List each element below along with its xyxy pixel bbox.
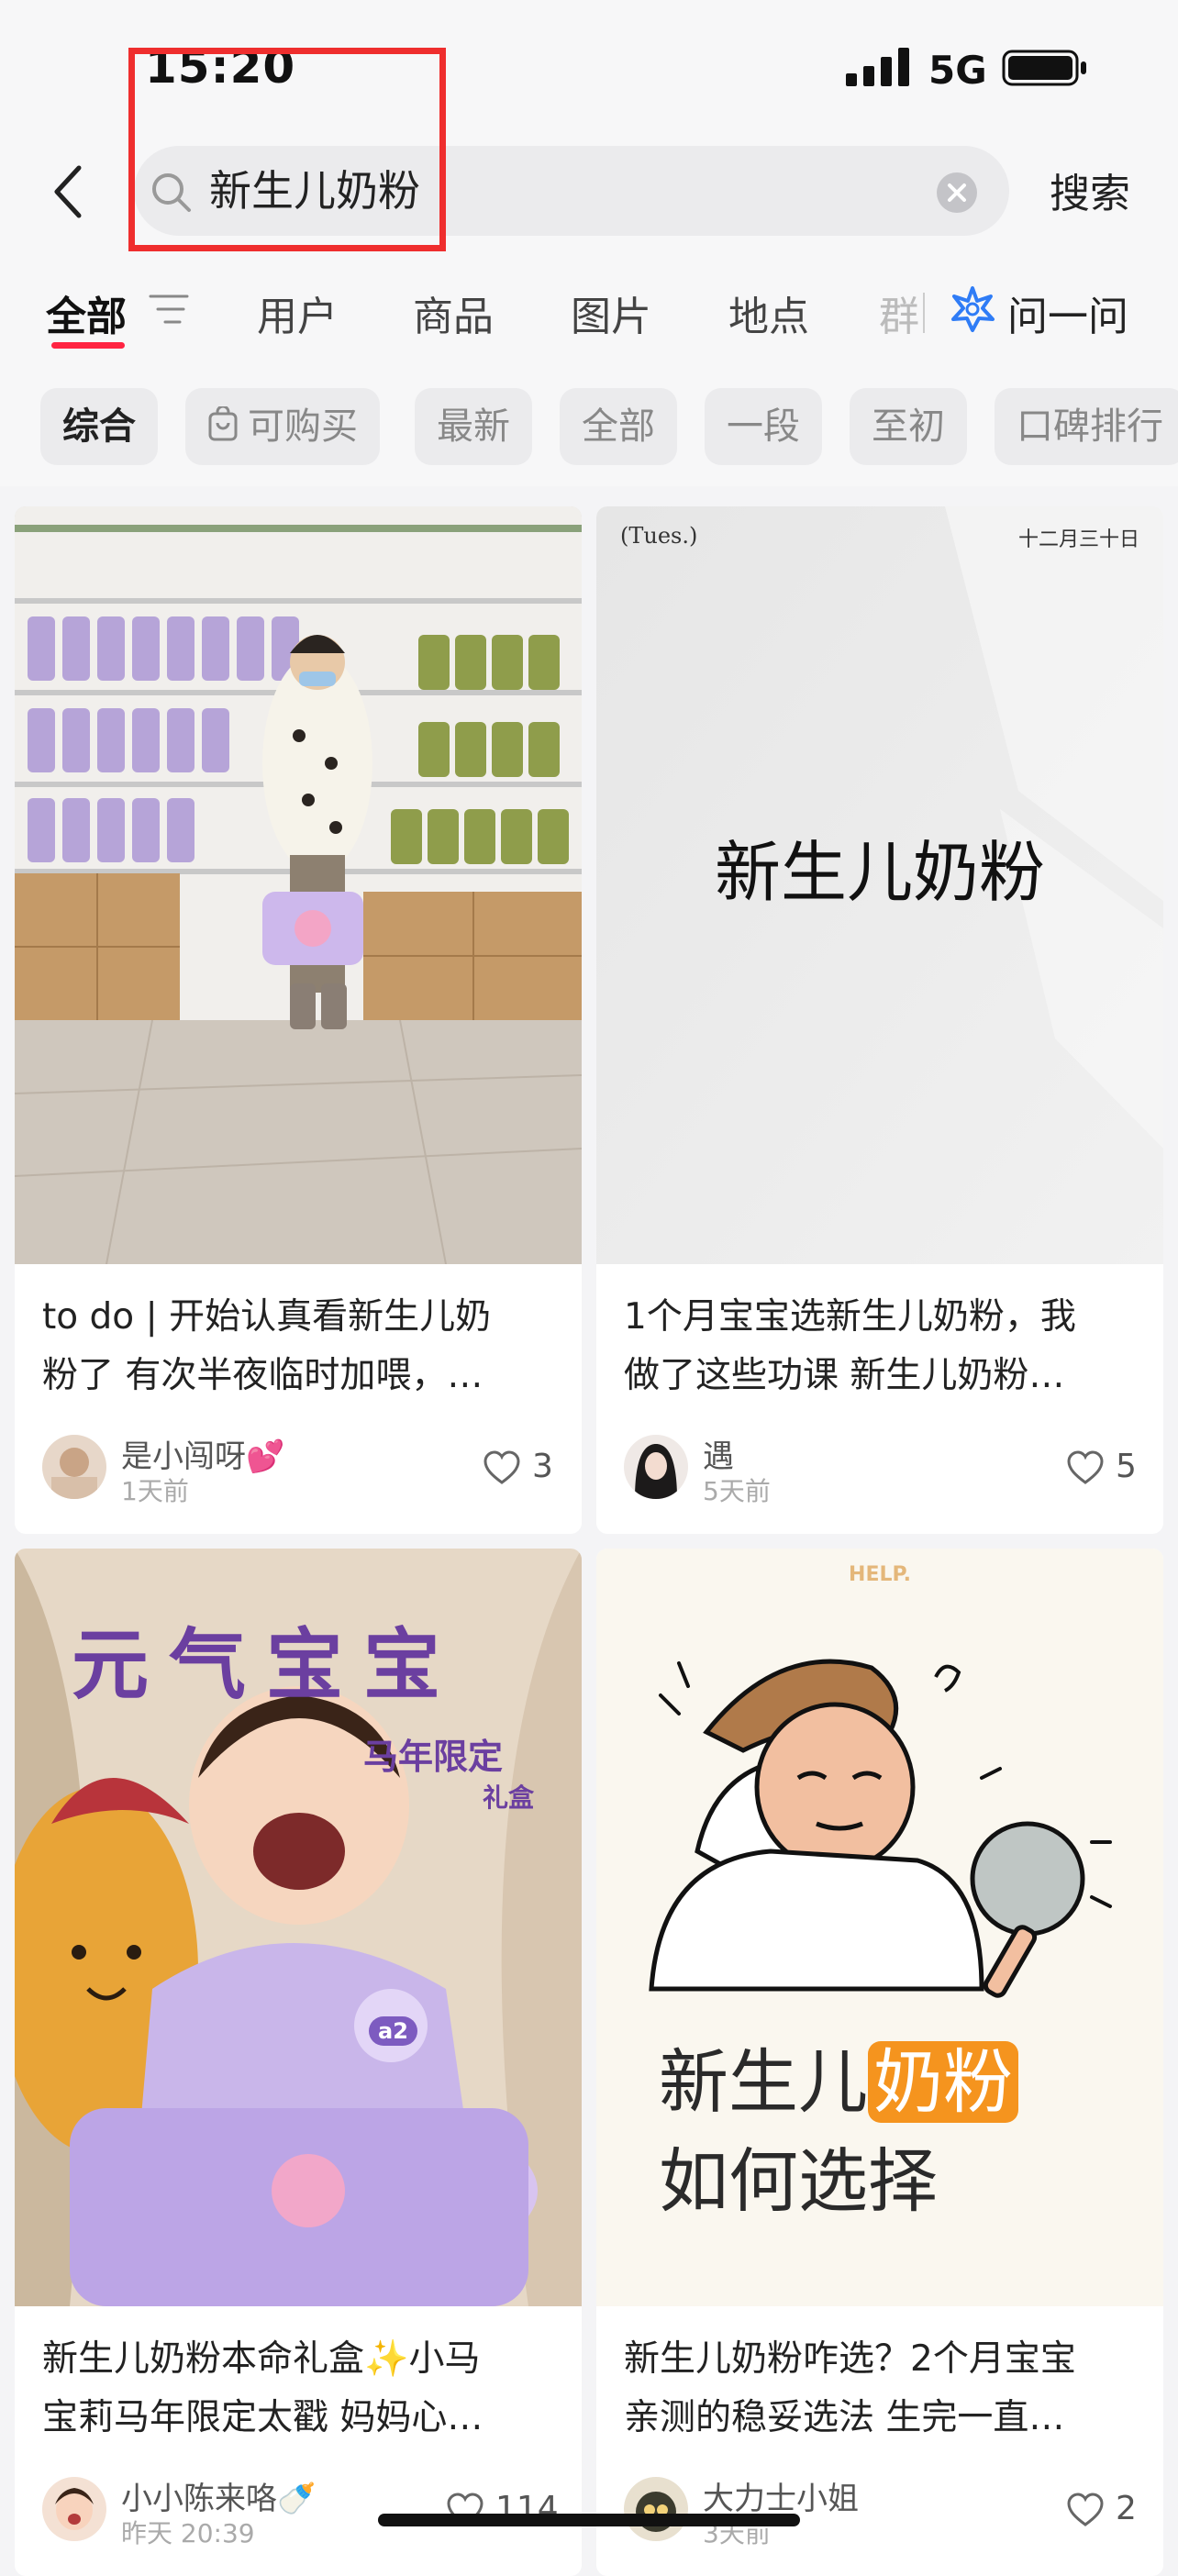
heart-icon[interactable]: [1066, 2492, 1105, 2528]
like-count: 2: [1116, 2490, 1137, 2527]
network-label: 5G: [928, 48, 987, 93]
card-title-line-2: 做了这些功课 新生儿奶粉…: [624, 1355, 1065, 1396]
tab-images[interactable]: 图片: [571, 283, 651, 342]
author-name[interactable]: 小小陈来咯🍼: [121, 2473, 316, 2518]
avatar[interactable]: [624, 1435, 688, 1499]
battery-icon: [1002, 50, 1086, 86]
avatar[interactable]: [42, 2477, 106, 2541]
back-arrow-icon: [54, 165, 82, 218]
chip-purchasable[interactable]: 可购买: [185, 388, 380, 465]
tab-all[interactable]: 全部: [46, 283, 127, 342]
card-title-line-2: 粉了 有次半夜临时加喂，…: [42, 1355, 483, 1396]
tab-bar: 全部 用户 商品 图片 地点 群 问一问: [0, 252, 1178, 362]
note-card[interactable]: 元气宝宝 马年限定 礼盒 a2 新生儿奶粉本命礼盒✨小马 宝莉马年限定太戳 妈妈…: [15, 1549, 582, 2576]
card-title: to do | 开始认真看新生儿奶 粉了 有次半夜临时加喂，…: [42, 1288, 556, 1405]
image-subheadline-2: 礼盒: [483, 1782, 535, 1813]
ask-sparkle-icon[interactable]: [949, 285, 996, 333]
search-button[interactable]: 搜索: [1050, 161, 1130, 219]
tab-active-indicator: [51, 342, 125, 349]
tab-places[interactable]: 地点: [728, 283, 809, 342]
search-icon: [152, 173, 191, 212]
search-header: 新生儿奶粉 搜索: [0, 133, 1178, 252]
filter-chip-row: 综合 可购买 最新 全部 一段 至初 口碑排行: [0, 362, 1178, 486]
signal-icon: [846, 48, 909, 86]
image-caption-part-1: 新生儿: [659, 2041, 868, 2123]
post-date: 1天前: [121, 1476, 189, 1506]
card-title-line-1: 新生儿奶粉咋选？2个月宝宝: [624, 2338, 1076, 2380]
like-count: 3: [532, 1448, 553, 1485]
card-title-line-1: to do | 开始认真看新生儿奶: [42, 1296, 492, 1338]
image-brand-badge: a2: [369, 2016, 417, 2046]
filter-icon[interactable]: [149, 293, 189, 326]
card-title: 1个月宝宝选新生儿奶粉，我 做了这些功课 新生儿奶粉…: [624, 1288, 1138, 1405]
tab-groups[interactable]: 群: [879, 283, 919, 342]
chip-comprehensive[interactable]: 综合: [40, 388, 158, 465]
search-query: 新生儿奶粉: [209, 166, 420, 216]
image-help-label: HELP.: [849, 1563, 911, 1586]
heart-icon[interactable]: [1066, 1449, 1105, 1486]
card-title-line-2: 亲测的稳妥选法 生完一直…: [624, 2397, 1065, 2438]
chip-latest[interactable]: 最新: [415, 388, 532, 465]
chip-all[interactable]: 全部: [560, 388, 677, 465]
card-title: 新生儿奶粉本命礼盒✨小马 宝莉马年限定太戳 妈妈心…: [42, 2330, 556, 2448]
image-caption-highlight: 奶粉: [868, 2041, 1018, 2123]
card-title-line-2: 宝莉马年限定太戳 妈妈心…: [42, 2397, 483, 2438]
card-title-line-1: 新生儿奶粉本命礼盒✨小马: [42, 2338, 481, 2380]
chip-reputation-ranking[interactable]: 口碑排行: [995, 388, 1178, 465]
note-card[interactable]: to do | 开始认真看新生儿奶 粉了 有次半夜临时加喂，… 是小闯呀💕 1天…: [15, 506, 582, 1534]
card-title-line-1: 1个月宝宝选新生儿奶粉，我: [624, 1296, 1076, 1338]
search-input[interactable]: 新生儿奶粉: [134, 146, 1009, 236]
ask-button[interactable]: 问一问: [1007, 283, 1128, 342]
tab-products[interactable]: 商品: [413, 283, 494, 342]
chip-purchasable-label: 可购买: [248, 405, 358, 448]
image-caption-date: 十二月三十日: [1017, 528, 1139, 551]
image-caption-day: (Tues.): [620, 523, 698, 549]
like-count: 5: [1116, 1448, 1137, 1485]
image-headline: 元气宝宝: [72, 1620, 461, 1710]
author-name[interactable]: 遇: [703, 1431, 734, 1476]
clear-icon[interactable]: [936, 172, 978, 214]
avatar[interactable]: [42, 1435, 106, 1499]
home-indicator[interactable]: [378, 2514, 800, 2526]
note-card[interactable]: HELP. 新生儿奶粉 如何选择 新生儿奶粉咋选？2个月宝宝 亲测的稳妥选法 生…: [596, 1549, 1163, 2576]
author-name[interactable]: 是小闯呀💕: [121, 1431, 284, 1476]
card-title: 新生儿奶粉咋选？2个月宝宝 亲测的稳妥选法 生完一直…: [624, 2330, 1138, 2448]
post-date: 昨天 20:39: [121, 2518, 255, 2548]
image-caption-line-1: 新生儿奶粉: [659, 2026, 1018, 2126]
note-card[interactable]: (Tues.) 十二月三十日 新生儿奶粉 1个月宝宝选新生儿奶粉，我 做了这些功…: [596, 506, 1163, 1534]
image-subheadline: 马年限定: [363, 1737, 504, 1777]
image-caption-title: 新生儿奶粉: [714, 834, 1045, 911]
image-caption-line-2: 如何选择: [659, 2140, 938, 2222]
chip-zhichu[interactable]: 至初: [850, 388, 967, 465]
status-bar: 15:20 5G: [0, 0, 1178, 133]
chip-stage-one[interactable]: 一段: [705, 388, 822, 465]
post-date: 5天前: [703, 1476, 771, 1506]
back-button[interactable]: [40, 159, 95, 225]
author-name[interactable]: 大力士小姐: [703, 2473, 859, 2518]
bag-icon: [208, 406, 238, 441]
heart-icon[interactable]: [483, 1449, 521, 1486]
tab-divider: [923, 293, 925, 333]
status-time: 15:20: [145, 40, 296, 94]
tab-users[interactable]: 用户: [257, 283, 338, 342]
card-image: [15, 506, 582, 1264]
avatar[interactable]: [624, 2477, 688, 2541]
